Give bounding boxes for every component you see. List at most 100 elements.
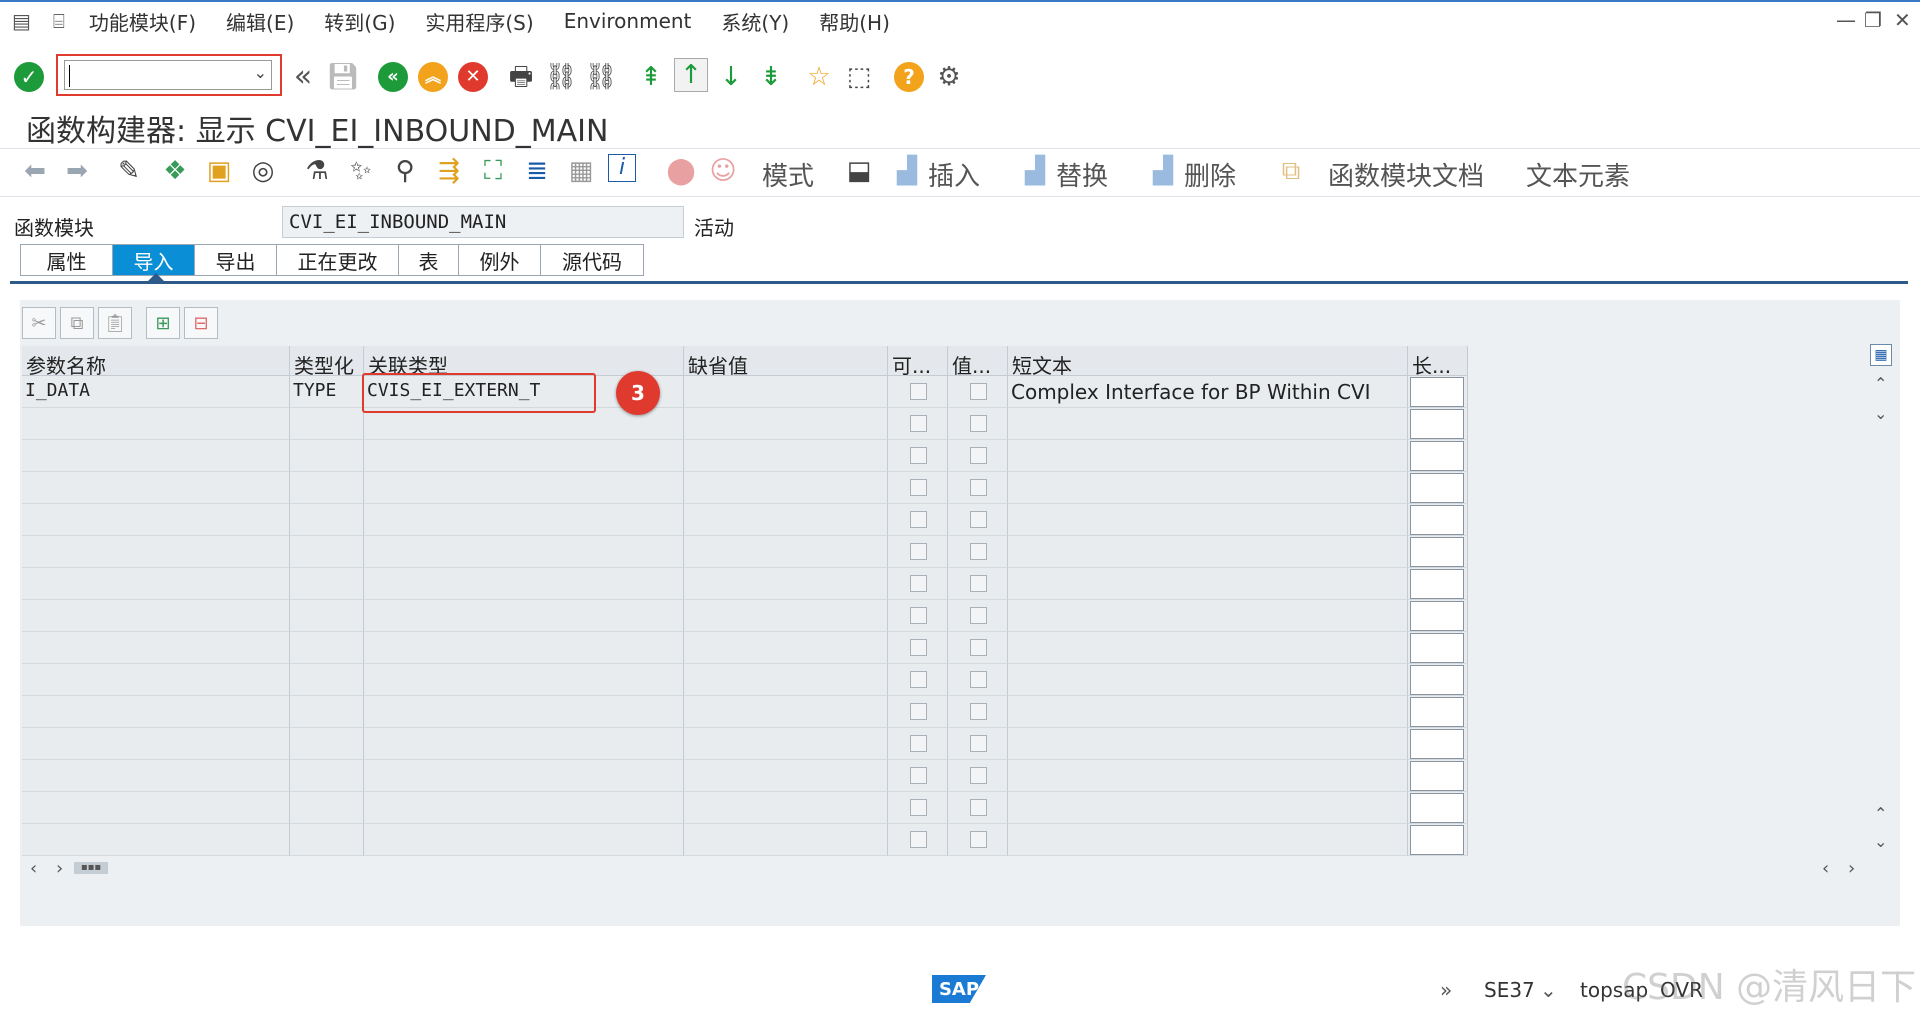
pass-value-cell[interactable] <box>948 536 1008 568</box>
scroll-page-down-icon[interactable]: ⌄ <box>1874 832 1887 851</box>
short-text-cell[interactable] <box>1008 472 1408 504</box>
long-text-cell[interactable] <box>1408 536 1468 568</box>
scroll-page-up-icon[interactable]: ⌃ <box>1874 804 1887 823</box>
column-header-default[interactable]: 缺省值 <box>684 346 888 376</box>
hierarchy-icon[interactable]: ⛶ <box>476 154 510 188</box>
long-text-cell[interactable] <box>1408 376 1468 408</box>
create-session-icon[interactable]: ☆ <box>802 60 836 94</box>
default-value-cell[interactable] <box>684 632 888 664</box>
typing-cell[interactable] <box>290 472 364 504</box>
param-name-cell[interactable] <box>22 536 290 568</box>
status-expand-icon[interactable]: » <box>1440 978 1452 1002</box>
delete-row-icon[interactable]: ⊟ <box>184 307 218 339</box>
typing-cell[interactable] <box>290 408 364 440</box>
checkbox[interactable] <box>970 607 987 624</box>
tab-import[interactable]: 导入 <box>113 245 195 275</box>
default-value-cell[interactable] <box>684 824 888 856</box>
checkbox[interactable] <box>910 831 927 848</box>
menu-icon[interactable]: ▤ <box>12 9 31 33</box>
pass-value-cell[interactable] <box>948 600 1008 632</box>
chevron-down-icon[interactable]: ⌄ <box>254 63 267 82</box>
typing-cell[interactable] <box>290 600 364 632</box>
optional-cell[interactable] <box>888 792 948 824</box>
param-name-cell[interactable] <box>22 472 290 504</box>
checkbox[interactable] <box>970 639 987 656</box>
short-text-cell[interactable] <box>1008 440 1408 472</box>
optional-cell[interactable] <box>888 376 948 408</box>
arrow-left-icon[interactable]: ⬅ <box>18 154 52 188</box>
save-icon[interactable]: 💾︎ <box>326 60 360 94</box>
param-name-cell[interactable] <box>22 600 290 632</box>
long-text-cell[interactable] <box>1408 504 1468 536</box>
long-text-button[interactable] <box>1410 569 1464 599</box>
short-text-cell[interactable] <box>1008 728 1408 760</box>
param-name-cell[interactable] <box>22 696 290 728</box>
checkbox[interactable] <box>910 383 927 400</box>
long-text-cell[interactable] <box>1408 696 1468 728</box>
ref-type-cell[interactable] <box>364 600 684 632</box>
checkbox[interactable] <box>970 383 987 400</box>
optional-cell[interactable] <box>888 472 948 504</box>
scroll-down-icon[interactable]: ⌄ <box>1874 404 1887 423</box>
previous-page-icon[interactable]: ↑ <box>674 58 708 92</box>
scroll-left-icon[interactable]: ‹ <box>30 858 37 879</box>
pass-value-cell[interactable] <box>948 632 1008 664</box>
checkbox[interactable] <box>970 799 987 816</box>
delete-button[interactable]: 删除 <box>1184 156 1236 193</box>
optional-cell[interactable] <box>888 504 948 536</box>
insert-row-icon[interactable]: ⊞ <box>146 307 180 339</box>
short-text-cell[interactable]: Complex Interface for BP Within CVI <box>1008 376 1408 408</box>
param-name-cell[interactable] <box>22 568 290 600</box>
checkbox[interactable] <box>970 767 987 784</box>
first-page-icon[interactable]: ⇞ <box>634 60 668 94</box>
fm-documentation-button[interactable]: 函数模块文档 <box>1328 156 1484 193</box>
short-text-cell[interactable] <box>1008 568 1408 600</box>
checkbox[interactable] <box>910 447 927 464</box>
checkbox[interactable] <box>910 543 927 560</box>
param-name-cell[interactable] <box>22 760 290 792</box>
short-text-cell[interactable] <box>1008 824 1408 856</box>
typing-cell[interactable] <box>290 696 364 728</box>
settings-gear-icon[interactable]: ⚙ <box>932 60 966 94</box>
param-name-cell[interactable] <box>22 504 290 536</box>
horizontal-scrollbar[interactable]: ‹ › ▪▪▪ ‹ › <box>22 858 1882 879</box>
menu-item-help[interactable]: 帮助(H) <box>819 7 890 36</box>
checkbox[interactable] <box>910 575 927 592</box>
long-text-button[interactable] <box>1410 633 1464 663</box>
default-value-cell[interactable] <box>684 728 888 760</box>
default-value-cell[interactable] <box>684 696 888 728</box>
param-name-cell[interactable]: I_DATA <box>22 376 290 408</box>
magic-wand-icon[interactable]: ✨︎ <box>344 154 378 188</box>
column-header-pass-value[interactable]: 值... <box>948 346 1008 376</box>
optional-cell[interactable] <box>888 760 948 792</box>
param-name-cell[interactable] <box>22 728 290 760</box>
close-window-icon[interactable]: ✕ <box>1894 8 1911 32</box>
print-icon[interactable]: 🖶 <box>504 60 538 94</box>
scroll-left-end-icon[interactable]: ‹ <box>1822 858 1829 879</box>
checkbox[interactable] <box>970 415 987 432</box>
short-text-cell[interactable] <box>1008 792 1408 824</box>
mode-person-icon[interactable]: ☺ <box>706 154 740 188</box>
typing-cell[interactable] <box>290 664 364 696</box>
menu-item-goto[interactable]: 转到(G) <box>324 7 395 36</box>
typing-cell[interactable] <box>290 536 364 568</box>
short-text-cell[interactable] <box>1008 664 1408 696</box>
default-value-cell[interactable] <box>684 600 888 632</box>
tab-tables[interactable]: 表 <box>399 245 459 275</box>
param-name-cell[interactable] <box>22 440 290 472</box>
copy-icon[interactable]: ⧉ <box>60 307 94 339</box>
checkbox[interactable] <box>910 639 927 656</box>
optional-cell[interactable] <box>888 536 948 568</box>
cancel-icon[interactable]: ✕ <box>456 60 490 94</box>
checkbox[interactable] <box>970 735 987 752</box>
back-icon[interactable]: « <box>376 60 410 94</box>
ref-type-cell[interactable] <box>364 440 684 472</box>
checkbox[interactable] <box>910 735 927 752</box>
menu-item-environment[interactable]: Environment <box>564 9 692 33</box>
column-header-typing[interactable]: 类型化 <box>290 346 364 376</box>
optional-cell[interactable] <box>888 728 948 760</box>
scroll-thumb[interactable]: ▪▪▪ <box>74 862 108 874</box>
column-settings-icon[interactable]: ▦ <box>1870 344 1892 366</box>
long-text-button[interactable] <box>1410 441 1464 471</box>
optional-cell[interactable] <box>888 696 948 728</box>
